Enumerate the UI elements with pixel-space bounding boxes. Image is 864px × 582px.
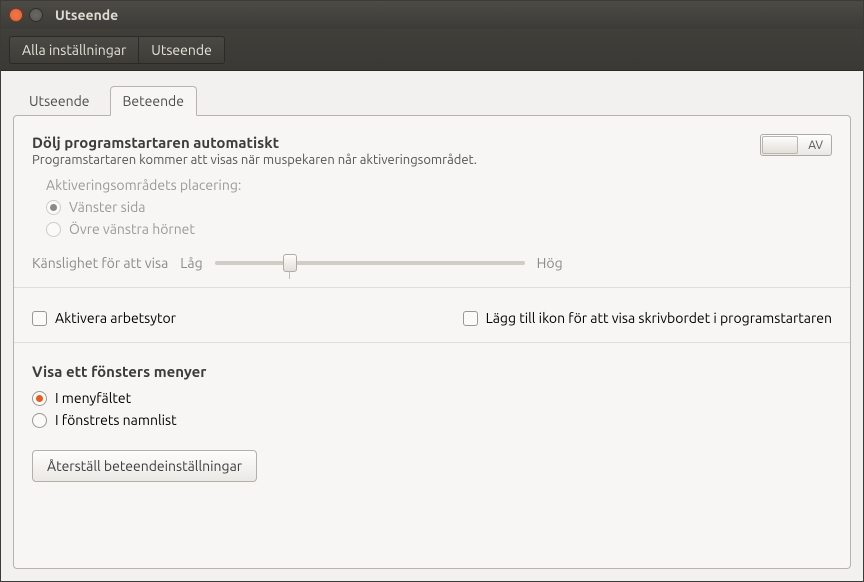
tab-appearance[interactable]: Utseende	[17, 87, 102, 115]
menus-title: Visa ett fönsters menyer	[32, 363, 832, 380]
sensitivity-low-label: Låg	[180, 255, 202, 271]
content-area: Utseende Beteende Dölj programstartaren …	[1, 71, 863, 581]
reveal-sensitivity-row: Känslighet för att visa Låg Hög	[32, 255, 832, 271]
radio-left-side-label: Vänster sida	[69, 199, 146, 215]
slider-thumb	[283, 254, 297, 272]
reveal-area-left-row: Vänster sida	[46, 199, 832, 215]
reset-behaviour-button[interactable]: Återställ beteendeinställningar	[32, 450, 257, 482]
toggle-knob	[762, 136, 798, 154]
autohide-text: Dölj programstartaren automatiskt Progra…	[32, 134, 477, 167]
tab-bar: Utseende Beteende	[13, 85, 851, 115]
minimize-icon[interactable]	[29, 8, 43, 22]
sensitivity-high-label: Hög	[537, 255, 563, 271]
window-title: Utseende	[55, 7, 118, 23]
workspace-row: Aktivera arbetsytor Lägg till ikon för a…	[32, 304, 832, 326]
autohide-title: Dölj programstartaren automatiskt	[32, 134, 477, 151]
autohide-header-row: Dölj programstartaren automatiskt Progra…	[32, 134, 832, 167]
radio-left-side	[46, 200, 61, 215]
checkbox-workspaces-label: Aktivera arbetsytor	[55, 310, 176, 326]
reveal-sensitivity-label: Känslighet för att visa	[32, 255, 168, 271]
reveal-area-label: Aktiveringsområdets placering:	[46, 177, 832, 193]
divider	[14, 287, 850, 288]
autohide-toggle[interactable]: AV	[760, 134, 832, 156]
reveal-sensitivity-slider	[215, 261, 525, 265]
reveal-area-topleft-row: Övre vänstra hörnet	[46, 221, 832, 237]
all-settings-button[interactable]: Alla inställningar	[9, 36, 139, 64]
behaviour-panel: Dölj programstartaren automatiskt Progra…	[13, 115, 851, 569]
menus-titlebar-row[interactable]: I fönstrets namnlist	[32, 412, 832, 428]
menus-section: Visa ett fönsters menyer I menyfältet I …	[32, 363, 832, 428]
reveal-area-group: Aktiveringsområdets placering: Vänster s…	[46, 177, 832, 237]
menus-menubar-row[interactable]: I menyfältet	[32, 390, 832, 406]
checkbox-workspaces[interactable]	[32, 311, 47, 326]
radio-titlebar-label: I fönstrets namnlist	[55, 412, 177, 428]
tab-behaviour[interactable]: Beteende	[110, 86, 197, 116]
toggle-label: AV	[808, 139, 831, 152]
section-button[interactable]: Utseende	[139, 36, 225, 64]
radio-titlebar[interactable]	[32, 413, 47, 428]
autohide-subtitle: Programstartaren kommer att visas när mu…	[32, 153, 477, 167]
checkbox-desktop-icon-label: Lägg till ikon för att visa skrivbordet …	[486, 310, 832, 326]
slider-tick	[289, 271, 290, 279]
desktop-icon-check-row[interactable]: Lägg till ikon för att visa skrivbordet …	[463, 310, 832, 326]
workspaces-check-row[interactable]: Aktivera arbetsytor	[32, 310, 176, 326]
toolbar: Alla inställningar Utseende	[1, 29, 863, 71]
radio-menu-bar[interactable]	[32, 391, 47, 406]
radio-top-left-corner-label: Övre vänstra hörnet	[69, 221, 195, 237]
settings-window: Utseende Alla inställningar Utseende Uts…	[0, 0, 864, 582]
close-icon[interactable]	[9, 8, 23, 22]
divider	[14, 342, 850, 343]
titlebar[interactable]: Utseende	[1, 1, 863, 29]
radio-menu-bar-label: I menyfältet	[55, 390, 131, 406]
radio-top-left-corner	[46, 222, 61, 237]
checkbox-desktop-icon[interactable]	[463, 311, 478, 326]
